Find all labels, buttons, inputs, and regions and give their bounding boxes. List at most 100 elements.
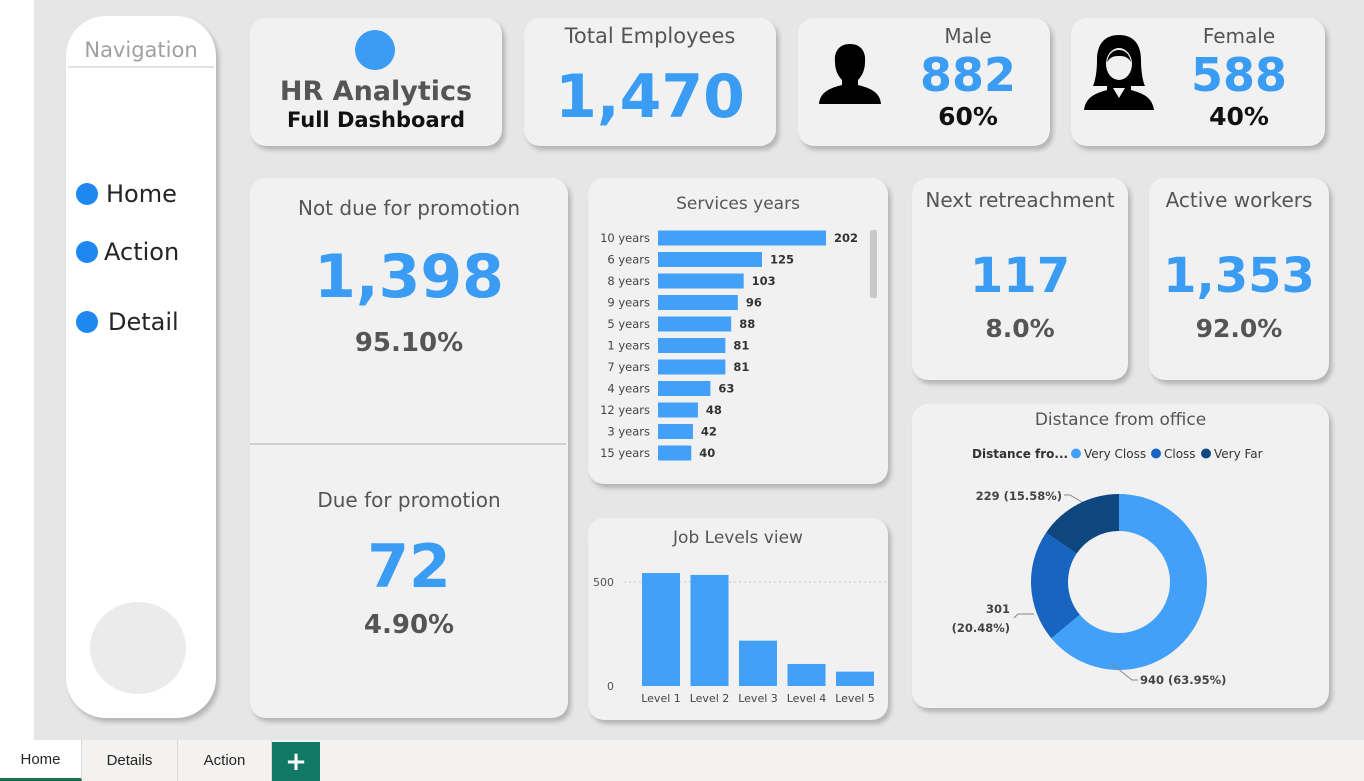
not-due-label: Not due for promotion	[297, 196, 521, 220]
job-level-bar	[642, 573, 680, 686]
bar-value-label: 103	[752, 274, 776, 288]
bar-value-label: 125	[770, 253, 794, 267]
job-level-bar	[690, 574, 729, 686]
bar-value-label: 96	[746, 296, 762, 310]
bar-category-label: 4 years	[607, 382, 650, 396]
legend-item: Very Closs	[1084, 447, 1146, 461]
promotion-divider	[250, 443, 566, 445]
nav-item-detail[interactable]: Detail	[76, 308, 179, 336]
tab-action[interactable]: Action	[178, 740, 272, 781]
service-year-bar	[658, 402, 698, 418]
bar-value-label: 40	[699, 446, 715, 460]
active-workers-card: Active workers 1,353 92.0%	[1149, 178, 1329, 380]
bar-category-label: 5 years	[607, 317, 650, 331]
slice-data-label: 229 (15.58%)	[976, 489, 1062, 503]
page-tabs-bar: Home Details Action +	[0, 740, 1364, 781]
service-year-bar	[658, 273, 744, 289]
bar-category-label: 15 years	[600, 446, 650, 460]
x-tick-label: Level 5	[835, 692, 875, 705]
bar-category-label: 7 years	[607, 360, 650, 374]
x-tick-label: Level 4	[787, 692, 827, 705]
service-year-bar	[658, 338, 726, 353]
job-level-bar	[787, 663, 826, 686]
bar-value-label: 63	[718, 382, 734, 396]
bar-value-label: 48	[706, 403, 722, 417]
service-year-bar	[658, 424, 693, 439]
legend-item: Closs	[1164, 447, 1196, 461]
due-value: 72	[367, 532, 451, 602]
service-year-bar	[658, 252, 762, 267]
home-dot-icon	[76, 183, 98, 205]
bar-value-label: 81	[733, 360, 749, 374]
bar-value-label: 202	[834, 231, 858, 245]
male-percent: 60%	[938, 102, 998, 131]
slice-data-label: 301	[986, 602, 1010, 616]
dashboard-subtitle: Full Dashboard	[286, 108, 466, 132]
chart-scrollbar[interactable]	[870, 230, 877, 298]
y-tick-label: 500	[593, 576, 614, 589]
add-page-button[interactable]: +	[272, 742, 320, 781]
x-tick-label: Level 3	[738, 692, 778, 705]
not-due-value: 1,398	[314, 242, 504, 312]
male-value: 882	[919, 48, 1017, 102]
promotion-card: Not due for promotion 1,398 95.10% Due f…	[250, 178, 568, 718]
action-dot-icon	[76, 241, 98, 263]
bar-category-label: 8 years	[607, 274, 650, 288]
tab-home[interactable]: Home	[0, 740, 82, 781]
dashboard-title: HR Analytics	[279, 76, 473, 107]
services-years-chart: 10 years 202 6 years 125 8 years 103 9 years 96…	[600, 230, 858, 461]
retrenchment-value: 117	[969, 248, 1071, 304]
distance-card: Distance from office Distance fro... Very…	[912, 404, 1329, 708]
legend-marker	[1151, 448, 1161, 459]
bar-category-label: 10 years	[600, 231, 650, 245]
distance-donut-chart: Distance fro... Very Closs Closs Very Far 94…	[952, 447, 1263, 687]
tab-details[interactable]: Details	[82, 740, 178, 781]
job-level-bar	[836, 671, 874, 686]
nav-item-label: Detail	[108, 308, 179, 336]
x-tick-label: Level 2	[690, 692, 730, 705]
female-label: Female	[1202, 24, 1276, 48]
leader-line	[1064, 494, 1083, 503]
bar-category-label: 6 years	[607, 253, 650, 267]
nav-round-button[interactable]	[90, 602, 186, 694]
total-employees-card: Total Employees 1,470	[524, 18, 776, 146]
female-percent: 40%	[1209, 102, 1269, 131]
service-year-bar	[658, 445, 692, 461]
nav-item-action[interactable]: Action	[76, 238, 179, 266]
female-value: 588	[1190, 48, 1288, 102]
bar-value-label: 88	[739, 317, 755, 331]
x-tick-label: Level 1	[641, 692, 681, 705]
total-employees-label: Total Employees	[564, 24, 736, 48]
service-year-bar	[658, 381, 711, 396]
due-label: Due for promotion	[317, 488, 501, 512]
male-card: Male 882 60%	[798, 18, 1050, 146]
bar-category-label: 1 years	[607, 339, 650, 353]
total-employees-value: 1,470	[555, 62, 745, 132]
y-tick-label: 0	[607, 680, 614, 693]
logo-circle-icon	[355, 30, 395, 70]
legend-marker	[1201, 448, 1211, 459]
navigation-panel: Navigation Home Action Detail	[66, 16, 216, 718]
bar-category-label: 12 years	[600, 403, 650, 417]
female-card: Female 588 40%	[1071, 18, 1325, 146]
service-year-bar	[658, 295, 738, 310]
navigation-title: Navigation	[84, 38, 198, 62]
bar-category-label: 3 years	[607, 425, 650, 439]
legend-title: Distance fro...	[972, 447, 1068, 461]
nav-item-home[interactable]: Home	[76, 180, 177, 208]
title-card: HR Analytics Full Dashboard	[250, 18, 502, 146]
job-levels-card: Job Levels view 500 0 Level 1 Level 2 Level …	[588, 518, 888, 720]
nav-item-label: Action	[104, 238, 180, 266]
nav-item-label: Home	[106, 180, 177, 208]
navigation-divider	[68, 66, 214, 68]
job-levels-chart: 500 0 Level 1 Level 2 Level 3 Level 4 Level 5	[593, 573, 886, 705]
services-years-card: Services years 10 years 202 6 years 125 8 ye…	[588, 178, 888, 484]
service-year-bar	[658, 359, 726, 375]
service-year-bar	[658, 230, 826, 246]
detail-dot-icon	[76, 311, 98, 333]
active-workers-percent: 92.0%	[1195, 314, 1283, 343]
slice-data-label: (20.48%)	[952, 621, 1010, 635]
job-level-bar	[739, 640, 777, 686]
not-due-percent: 95.10%	[354, 328, 464, 358]
legend-item: Very Far	[1214, 447, 1263, 461]
